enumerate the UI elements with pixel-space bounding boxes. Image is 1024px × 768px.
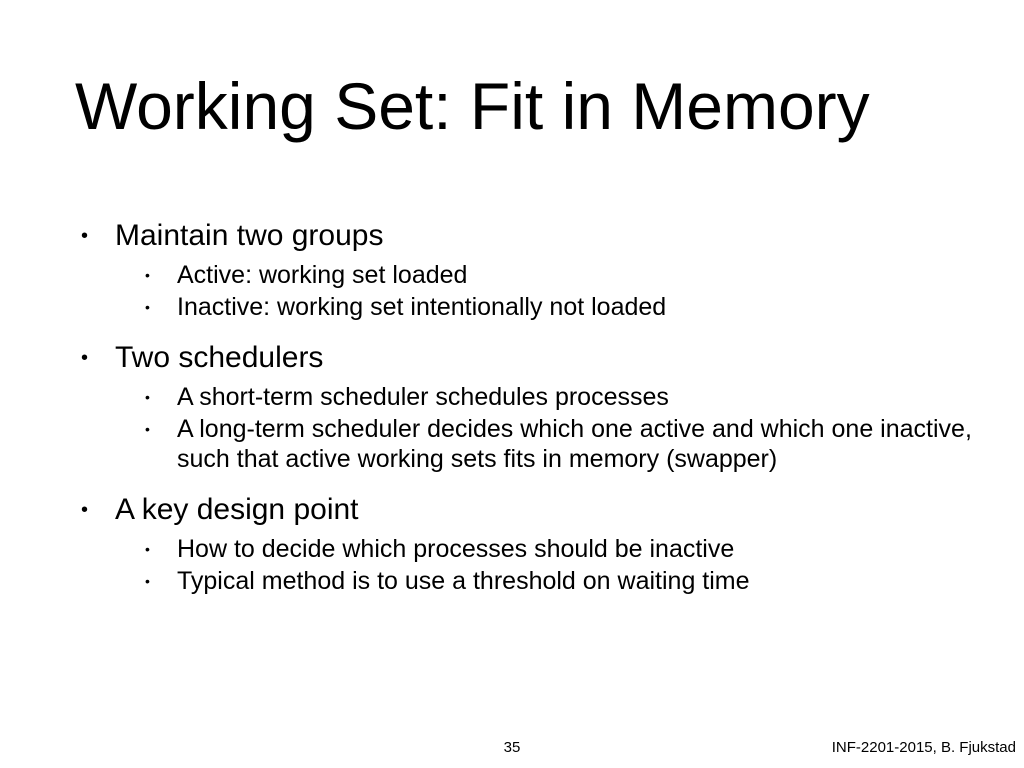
bullet-text: Two schedulers	[115, 340, 323, 376]
slide: Working Set: Fit in Memory • Maintain tw…	[0, 0, 1024, 768]
bullet-icon: •	[75, 340, 115, 376]
bullet-icon: •	[141, 566, 177, 596]
bullet-text: Inactive: working set intentionally not …	[177, 292, 666, 322]
bullet-text: How to decide which processes should be …	[177, 534, 734, 564]
slide-title: Working Set: Fit in Memory	[75, 68, 870, 144]
bullet-level1: • Maintain two groups	[75, 218, 975, 254]
bullet-level2: • Active: working set loaded	[141, 260, 975, 290]
bullet-text: A short-term scheduler schedules process…	[177, 382, 669, 412]
bullet-level2: • A long-term scheduler decides which on…	[141, 414, 975, 474]
bullet-icon: •	[141, 414, 177, 444]
bullet-icon: •	[141, 534, 177, 564]
bullet-icon: •	[75, 218, 115, 254]
bullet-text: A long-term scheduler decides which one …	[177, 414, 975, 474]
slide-content: • Maintain two groups • Active: working …	[75, 218, 975, 614]
bullet-icon: •	[75, 492, 115, 528]
bullet-level1: • Two schedulers	[75, 340, 975, 376]
bullet-level1: • A key design point	[75, 492, 975, 528]
sub-bullet-group: • How to decide which processes should b…	[141, 534, 975, 596]
bullet-icon: •	[141, 382, 177, 412]
footer-attribution: INF-2201-2015, B. Fjukstad	[832, 739, 1016, 756]
bullet-level2: • How to decide which processes should b…	[141, 534, 975, 564]
bullet-level2: • Inactive: working set intentionally no…	[141, 292, 975, 322]
sub-bullet-group: • A short-term scheduler schedules proce…	[141, 382, 975, 474]
bullet-icon: •	[141, 292, 177, 322]
bullet-level2: • A short-term scheduler schedules proce…	[141, 382, 975, 412]
bullet-text: A key design point	[115, 492, 359, 528]
bullet-level2: • Typical method is to use a threshold o…	[141, 566, 975, 596]
sub-bullet-group: • Active: working set loaded • Inactive:…	[141, 260, 975, 322]
bullet-text: Typical method is to use a threshold on …	[177, 566, 750, 596]
bullet-text: Active: working set loaded	[177, 260, 467, 290]
bullet-text: Maintain two groups	[115, 218, 383, 254]
bullet-icon: •	[141, 260, 177, 290]
